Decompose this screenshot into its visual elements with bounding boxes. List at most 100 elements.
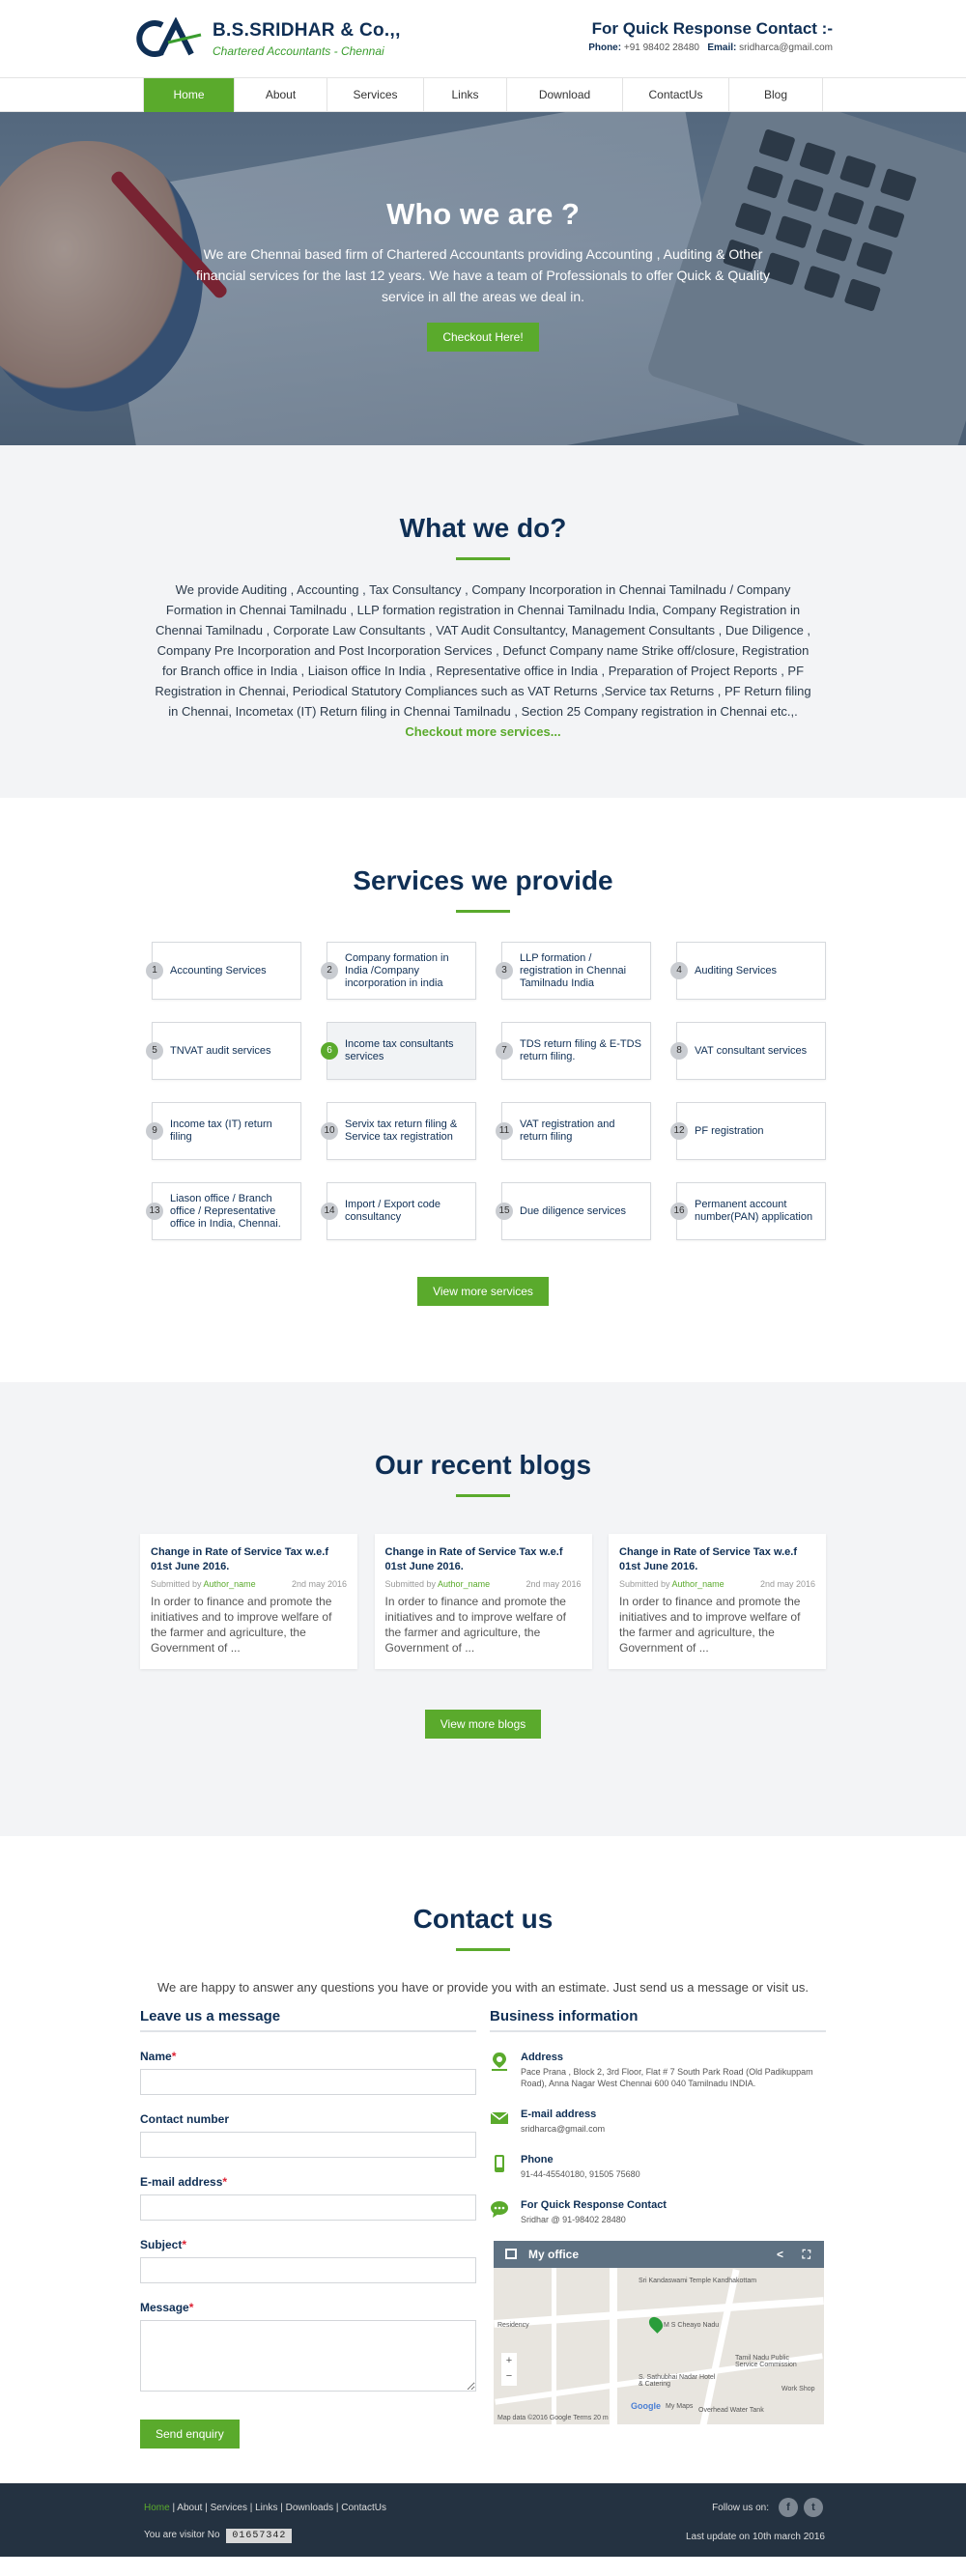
field-label: Contact number [140, 2112, 230, 2126]
fullscreen-icon[interactable]: ⛶ [803, 2241, 810, 2268]
nav-item-about[interactable]: About [235, 78, 327, 112]
visitor-counter: You are visitor No 01657342 [144, 2529, 293, 2543]
checkout-more-services-link[interactable]: Checkout more services... [405, 724, 560, 739]
service-label: Liason office / Branch office / Represen… [170, 1192, 281, 1230]
footer-link-services[interactable]: Services [211, 2503, 247, 2513]
subject-input[interactable] [140, 2257, 476, 2283]
service-number: 12 [670, 1122, 688, 1140]
hero-banner: Who we are ? We are Chennai based firm o… [0, 112, 966, 445]
services-grid: 1 Accounting Services 2 Company formation i… [145, 942, 826, 1240]
ca-logo-mark [133, 16, 209, 60]
zoom-out-button[interactable]: − [501, 2368, 517, 2384]
social-follow: Follow us on: f t [712, 2498, 823, 2517]
share-icon[interactable]: < [777, 2241, 783, 2268]
blog-author[interactable]: Author_name [204, 1579, 256, 1589]
service-card[interactable]: 15 Due diligence services [496, 1182, 651, 1240]
service-card[interactable]: 14 Import / Export code consultancy [321, 1182, 476, 1240]
blog-card[interactable]: Change in Rate of Service Tax w.e.f 01st… [609, 1534, 826, 1669]
quick-contact: For Quick Response Contact :- Phone: +91… [588, 19, 833, 53]
service-card[interactable]: 1 Accounting Services [146, 942, 301, 1000]
blog-title[interactable]: Change in Rate of Service Tax w.e.f 01st… [385, 1545, 582, 1574]
service-card[interactable]: 6 Income tax consultants services [321, 1022, 476, 1080]
blog-author[interactable]: Author_name [438, 1579, 490, 1589]
footer-link-links[interactable]: Links [255, 2503, 277, 2513]
info-title: For Quick Response Contact [521, 2199, 667, 2211]
service-number: 11 [496, 1122, 513, 1140]
what-we-do-section: What we do? We provide Auditing , Accoun… [0, 445, 966, 798]
service-label: Permanent account number(PAN) applicatio… [695, 1199, 813, 1223]
service-number: 13 [146, 1203, 163, 1220]
envelope-icon [490, 2109, 509, 2128]
service-number: 3 [496, 962, 513, 979]
send-enquiry-button[interactable]: Send enquiry [140, 2420, 240, 2449]
blog-author[interactable]: Author_name [672, 1579, 724, 1589]
footer-links: Home | About | Services | Links | Downlo… [144, 2503, 386, 2513]
blog-byline: Submitted by [619, 1579, 670, 1589]
service-label: VAT registration and return filing [520, 1118, 615, 1143]
service-card[interactable]: 3 LLP formation / registration in Chennai… [496, 942, 651, 1000]
service-card[interactable]: 2 Company formation in India /Company inc… [321, 942, 476, 1000]
blogs-title: Our recent blogs [374, 1450, 592, 1480]
phone-value[interactable]: +91 98402 28480 [624, 42, 699, 53]
contact-number-input[interactable] [140, 2132, 476, 2158]
service-card[interactable]: 9 Income tax (IT) return filing [146, 1102, 301, 1160]
office-map[interactable]: My office < ⛶ Sri Kandaswami Temple Kand… [494, 2241, 824, 2424]
blog-card[interactable]: Change in Rate of Service Tax w.e.f 01st… [374, 1534, 592, 1669]
view-more-blogs-button[interactable]: View more blogs [424, 1710, 542, 1739]
blog-title[interactable]: Change in Rate of Service Tax w.e.f 01st… [619, 1545, 815, 1574]
visitor-count: 01657342 [226, 2529, 293, 2543]
service-card[interactable]: 13 Liason office / Branch office / Repres… [146, 1182, 301, 1240]
message-input[interactable] [140, 2320, 476, 2392]
service-card[interactable]: 8 VAT consultant services [670, 1022, 826, 1080]
service-label: Income tax consultants services [345, 1038, 454, 1062]
service-card[interactable]: 12 PF registration [670, 1102, 826, 1160]
nav-item-contactus[interactable]: ContactUs [623, 78, 729, 112]
blog-card[interactable]: Change in Rate of Service Tax w.e.f 01st… [140, 1534, 357, 1669]
footer-link-downloads[interactable]: Downloads [286, 2503, 333, 2513]
email-value[interactable]: sridharca@gmail.com [739, 42, 833, 53]
nav-item-services[interactable]: Services [327, 78, 424, 112]
zoom-in-button[interactable]: + [501, 2353, 517, 2368]
service-label: LLP formation / registration in Chennai … [520, 951, 627, 989]
map-label: S. Sathubhai Nadar Hotel & Catering [639, 2374, 716, 2388]
service-number: 2 [321, 962, 338, 979]
map-label: Google [631, 2401, 661, 2411]
service-label: Auditing Services [695, 964, 777, 977]
twitter-icon[interactable]: t [804, 2498, 823, 2517]
service-card[interactable]: 7 TDS return filing & E-TDS return filing… [496, 1022, 651, 1080]
service-label: Income tax (IT) return filing [170, 1118, 272, 1143]
nav-item-links[interactable]: Links [424, 78, 507, 112]
phone-label: Phone: [588, 42, 622, 53]
field-label: Subject* [140, 2238, 187, 2251]
service-card[interactable]: 4 Auditing Services [670, 942, 826, 1000]
checkout-button[interactable]: Checkout Here! [427, 323, 539, 352]
info-value: Pace Prana , Block 2, 3rd Floor, Flat # … [521, 2067, 813, 2088]
view-more-services-button[interactable]: View more services [417, 1277, 549, 1306]
info-value: 91-44-45540180, 91505 75680 [521, 2169, 640, 2179]
service-card[interactable]: 5 TNVAT audit services [146, 1022, 301, 1080]
name-input[interactable] [140, 2069, 476, 2095]
blog-byline: Submitted by [384, 1579, 437, 1589]
service-card[interactable]: 11 VAT registration and return filing [496, 1102, 651, 1160]
facebook-icon[interactable]: f [779, 2498, 798, 2517]
service-label: Import / Export code consultancy [345, 1199, 441, 1223]
footer-link-about[interactable]: About [177, 2503, 202, 2513]
service-card[interactable]: 16 Permanent account number(PAN) applicat… [670, 1182, 826, 1240]
brand-logo[interactable]: B.S.SRIDHAR & Co.,, Chartered Accountant… [133, 16, 401, 60]
footer-link-contactus[interactable]: ContactUs [341, 2503, 386, 2513]
service-label: Company formation in India /Company inco… [345, 951, 449, 989]
nav-item-home[interactable]: Home [144, 78, 235, 112]
blog-title[interactable]: Change in Rate of Service Tax w.e.f 01st… [151, 1545, 347, 1574]
business-info-item: Address Pace Prana , Block 2, 3rd Floor, … [490, 2052, 826, 2089]
quick-contact-title: For Quick Response Contact :- [591, 19, 833, 38]
office-marker-icon[interactable] [646, 2314, 666, 2334]
service-label: Accounting Services [170, 964, 267, 977]
nav-item-download[interactable]: Download [507, 78, 623, 112]
footer-link-home[interactable]: Home [144, 2503, 170, 2513]
e-mail-address-input[interactable] [140, 2194, 476, 2221]
nav-item-blog[interactable]: Blog [729, 78, 823, 112]
service-label: TDS return filing & E-TDS return filing. [520, 1038, 641, 1062]
map-footer: Map data ©2016 Google Terms 20 m [497, 2415, 609, 2421]
service-card[interactable]: 10 Servix tax return filing & Service tax… [321, 1102, 476, 1160]
business-info: Business information Address Pace Prana ,… [490, 2008, 826, 2449]
